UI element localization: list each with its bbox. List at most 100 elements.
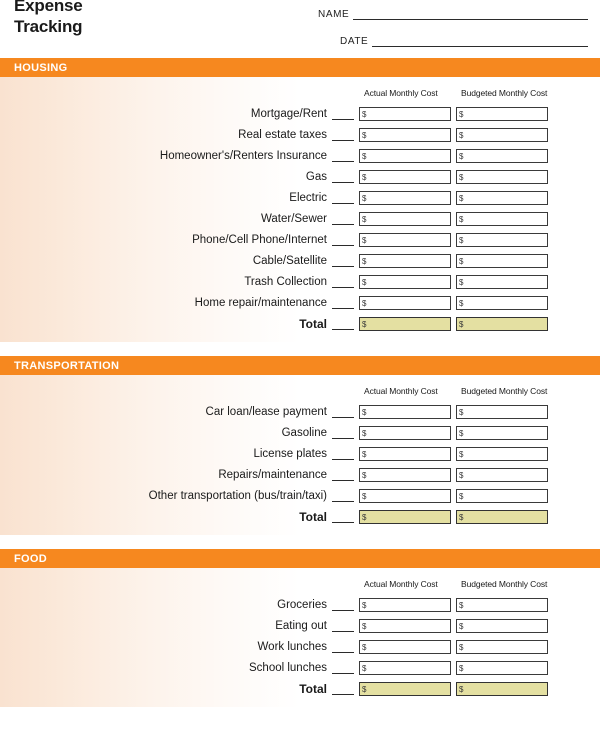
leader-rule [332, 620, 354, 632]
actual-cost-input[interactable]: $ [359, 274, 451, 289]
leader-rule [332, 641, 354, 653]
expense-label: Homeowner's/Renters Insurance [159, 149, 327, 162]
section-housing: HOUSING Actual Monthly Cost Budgeted Month… [0, 58, 600, 342]
total-budgeted-cost-input[interactable]: $ [456, 316, 548, 331]
actual-cost-input[interactable]: $ [359, 618, 451, 633]
budgeted-cost-input[interactable]: $ [456, 106, 548, 121]
money-cell-budgeted: $ [456, 425, 553, 440]
leader-rule [332, 108, 354, 120]
total-budgeted-cost-input[interactable]: $ [456, 509, 548, 524]
actual-cost-input[interactable]: $ [359, 148, 451, 163]
money-cell-actual: $ [359, 488, 456, 503]
money-cell-budgeted: $ [456, 467, 553, 482]
currency-symbol: $ [459, 130, 464, 140]
section-gap [0, 342, 600, 356]
budgeted-cost-input[interactable]: $ [456, 467, 548, 482]
expense-row: Car loan/lease payment $ $ [0, 401, 600, 422]
date-field-row[interactable]: DATE [318, 33, 588, 47]
actual-cost-input[interactable]: $ [359, 253, 451, 268]
total-actual-cost-input[interactable]: $ [359, 509, 451, 524]
actual-cost-input[interactable]: $ [359, 446, 451, 461]
section-food: FOOD Actual Monthly Cost Budgeted Monthly … [0, 549, 600, 707]
leader-rule [332, 234, 354, 246]
actual-cost-input[interactable]: $ [359, 404, 451, 419]
page-title: Monthly Expense Tracking [14, 0, 83, 37]
column-header-spacer [0, 386, 364, 396]
actual-cost-input[interactable]: $ [359, 425, 451, 440]
column-header-actual: Actual Monthly Cost [364, 88, 438, 98]
money-cell-actual: $ [359, 446, 456, 461]
total-label: Total [299, 509, 327, 524]
actual-cost-input[interactable]: $ [359, 211, 451, 226]
currency-symbol: $ [362, 277, 367, 287]
expense-label: Mortgage/Rent [250, 107, 327, 120]
expense-row: Eating out $ $ [0, 615, 600, 636]
currency-symbol: $ [362, 449, 367, 459]
currency-symbol: $ [459, 600, 464, 610]
money-cell-actual: $ [359, 660, 456, 675]
budgeted-cost-input[interactable]: $ [456, 127, 548, 142]
money-cell-budgeted: $ [456, 295, 553, 310]
expense-label: Gasoline [281, 426, 327, 439]
budgeted-cost-input[interactable]: $ [456, 446, 548, 461]
budgeted-cost-input[interactable]: $ [456, 488, 548, 503]
money-cell-actual: $ [359, 253, 456, 268]
budgeted-cost-input[interactable]: $ [456, 169, 548, 184]
section-title: HOUSING [14, 61, 68, 74]
currency-symbol: $ [362, 684, 367, 694]
actual-cost-input[interactable]: $ [359, 232, 451, 247]
currency-symbol: $ [362, 235, 367, 245]
budgeted-cost-input[interactable]: $ [456, 232, 548, 247]
currency-symbol: $ [459, 491, 464, 501]
total-budgeted-cost-input[interactable]: $ [456, 681, 548, 696]
budgeted-cost-input[interactable]: $ [456, 295, 548, 310]
column-header-spacer [0, 88, 364, 98]
money-cell-budgeted: $ [456, 639, 553, 654]
actual-cost-input[interactable]: $ [359, 639, 451, 654]
money-cell-actual: $ [359, 681, 456, 696]
column-header-actual: Actual Monthly Cost [364, 386, 438, 396]
money-cell-budgeted: $ [456, 509, 553, 524]
budgeted-cost-input[interactable]: $ [456, 211, 548, 226]
budgeted-cost-input[interactable]: $ [456, 597, 548, 612]
actual-cost-input[interactable]: $ [359, 169, 451, 184]
budgeted-cost-input[interactable]: $ [456, 639, 548, 654]
money-cell-actual: $ [359, 274, 456, 289]
currency-symbol: $ [362, 428, 367, 438]
currency-symbol: $ [362, 172, 367, 182]
money-cell-actual: $ [359, 127, 456, 142]
currency-symbol: $ [362, 109, 367, 119]
actual-cost-input[interactable]: $ [359, 597, 451, 612]
actual-cost-input[interactable]: $ [359, 295, 451, 310]
currency-symbol: $ [362, 151, 367, 161]
date-input-rule[interactable] [372, 36, 588, 47]
column-header-budgeted: Budgeted Monthly Cost [461, 386, 548, 396]
actual-cost-input[interactable]: $ [359, 127, 451, 142]
budgeted-cost-input[interactable]: $ [456, 404, 548, 419]
total-actual-cost-input[interactable]: $ [359, 316, 451, 331]
section-body: Actual Monthly Cost Budgeted Monthly Cost… [0, 568, 600, 707]
actual-cost-input[interactable]: $ [359, 190, 451, 205]
name-field-row[interactable]: NAME [318, 6, 588, 20]
total-actual-cost-input[interactable]: $ [359, 681, 451, 696]
name-input-rule[interactable] [353, 9, 588, 20]
budgeted-cost-input[interactable]: $ [456, 660, 548, 675]
expense-label: Repairs/maintenance [218, 468, 327, 481]
money-cell-budgeted: $ [456, 446, 553, 461]
money-cell-actual: $ [359, 509, 456, 524]
budgeted-cost-input[interactable]: $ [456, 618, 548, 633]
currency-symbol: $ [459, 193, 464, 203]
actual-cost-input[interactable]: $ [359, 467, 451, 482]
actual-cost-input[interactable]: $ [359, 488, 451, 503]
budgeted-cost-input[interactable]: $ [456, 425, 548, 440]
budgeted-cost-input[interactable]: $ [456, 274, 548, 289]
budgeted-cost-input[interactable]: $ [456, 253, 548, 268]
budgeted-cost-input[interactable]: $ [456, 190, 548, 205]
actual-cost-input[interactable]: $ [359, 660, 451, 675]
actual-cost-input[interactable]: $ [359, 106, 451, 121]
currency-symbol: $ [362, 319, 367, 329]
expense-row: Electric $ $ [0, 187, 600, 208]
budgeted-cost-input[interactable]: $ [456, 148, 548, 163]
currency-symbol: $ [459, 319, 464, 329]
money-cell-actual: $ [359, 232, 456, 247]
